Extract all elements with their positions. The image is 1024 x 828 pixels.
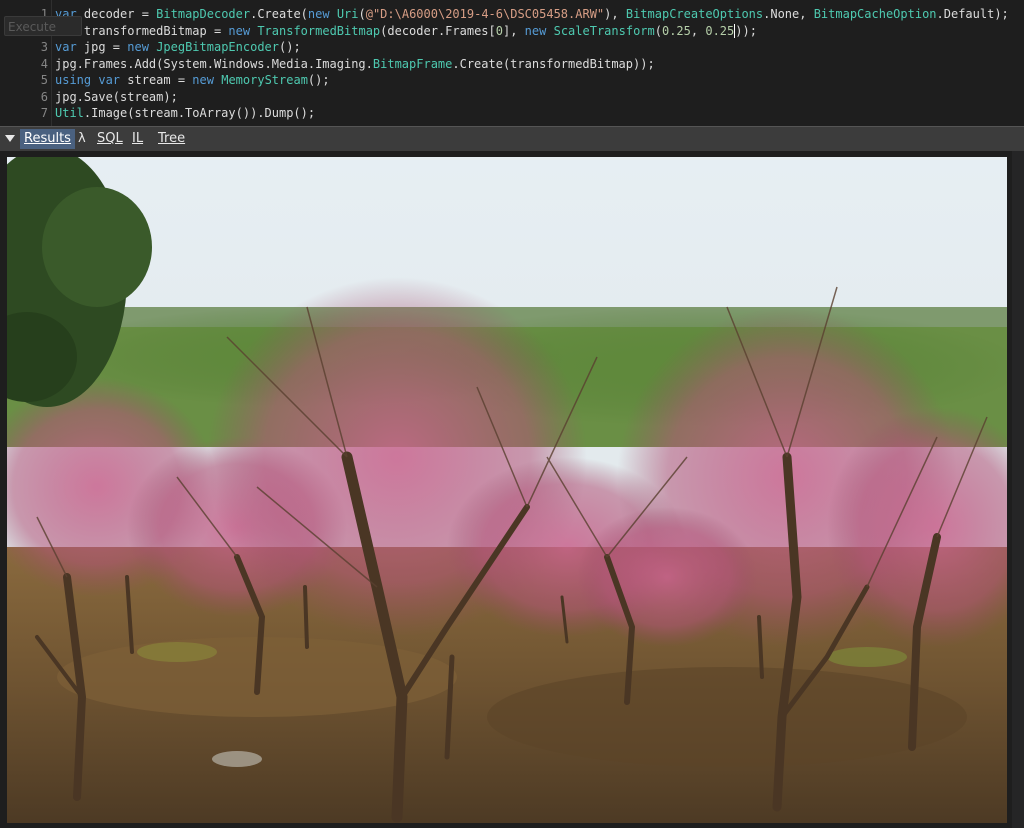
code-token: .Create(transformedBitmap));: [452, 56, 655, 71]
code-token: Util: [55, 106, 84, 120]
line-number: 4: [40, 56, 48, 71]
code-token: BitmapCacheOption: [813, 7, 937, 21]
code-line: Util.Image(stream.ToArray()).Dump();: [55, 105, 1024, 122]
code-token: (: [654, 23, 662, 38]
code-token: jpg =: [76, 40, 128, 54]
code-line: var decoder = BitmapDecoder.Create(new U…: [55, 6, 1024, 23]
code-token: BitmapCreateOptions: [625, 7, 764, 21]
tab-label: SQL: [97, 131, 123, 146]
code-token: @"D:\A6000\2019-4-6\DSC05458.ARW": [365, 7, 605, 21]
execute-tooltip: Execute: [4, 16, 82, 36]
code-token: MemoryStream: [221, 73, 308, 87]
code-line: jpg.Frames.Add(System.Windows.Media.Imag…: [55, 56, 1024, 73]
tab-label: Results: [24, 131, 71, 146]
result-photo-image: [7, 157, 1007, 823]
tab-results[interactable]: Results: [20, 129, 75, 149]
code-token: ();: [307, 73, 330, 87]
code-token: jpg.Frames.Add(System.Windows.Media.Imag…: [55, 56, 373, 71]
tab-tree[interactable]: Tree: [154, 129, 189, 149]
code-token: using: [55, 73, 92, 87]
code-token: new: [192, 73, 214, 87]
code-token: JpegBitmapEncoder: [156, 40, 280, 54]
line-number: 6: [40, 89, 48, 104]
code-token: var: [55, 40, 77, 54]
results-toolbar: Results λ SQL IL Tree: [0, 126, 1024, 151]
code-token: .Image(stream.ToArray()).Dump();: [83, 106, 316, 120]
code-token: Uri: [336, 7, 359, 21]
code-token: ],: [502, 23, 525, 38]
code-token: transformedBitmap =: [76, 23, 229, 38]
code-token: 0.25: [705, 23, 735, 38]
code-token: ));: [735, 23, 757, 38]
code-token: ,: [690, 23, 706, 38]
code-token: (decoder.Frames[: [380, 23, 496, 38]
results-scrollbar[interactable]: [1012, 151, 1024, 828]
code-text-area[interactable]: var decoder = BitmapDecoder.Create(new U…: [55, 6, 1024, 122]
code-line: var transformedBitmap = new TransformedB…: [55, 23, 1024, 40]
code-token: ();: [279, 40, 301, 54]
code-line: jpg.Save(stream);: [55, 89, 1024, 106]
code-token: TransformedBitmap: [257, 23, 381, 38]
tab-label: IL: [132, 131, 144, 146]
code-token: ),: [604, 7, 626, 21]
code-token: BitmapDecoder: [156, 7, 251, 21]
code-token: ScaleTransform: [553, 23, 655, 38]
code-line: using var stream = new MemoryStream();: [55, 72, 1024, 89]
collapse-triangle-icon[interactable]: [5, 135, 15, 142]
code-line: var jpg = new JpegBitmapEncoder();: [55, 39, 1024, 56]
code-token: 0: [495, 23, 503, 38]
tab-il[interactable]: IL: [128, 129, 147, 149]
code-token: 0.25: [661, 23, 691, 38]
code-token: new: [228, 23, 251, 38]
tab-label: λ: [78, 131, 86, 146]
code-token: new: [127, 40, 149, 54]
code-token: var: [98, 73, 121, 87]
code-editor[interactable]: Execute 1234567 var decoder = BitmapDeco…: [0, 0, 1024, 126]
line-number: 5: [40, 73, 48, 87]
line-number: 3: [40, 40, 48, 54]
tab-label: Tree: [158, 131, 186, 146]
code-token: .Default);: [936, 7, 1009, 21]
code-token: jpg.Save(stream);: [55, 89, 178, 104]
line-number: 7: [40, 106, 48, 120]
code-token: decoder =: [76, 7, 157, 21]
code-token: .Create(: [250, 7, 308, 21]
tab-sql[interactable]: SQL: [93, 129, 127, 149]
code-token: new: [307, 7, 330, 21]
results-pane: [0, 151, 1024, 828]
code-token: .None,: [763, 7, 814, 21]
code-token: new: [524, 23, 547, 38]
code-token: BitmapFrame: [372, 56, 453, 71]
tab-lambda[interactable]: λ: [74, 129, 90, 149]
code-token: (: [358, 7, 366, 21]
code-token: stream =: [120, 73, 193, 87]
